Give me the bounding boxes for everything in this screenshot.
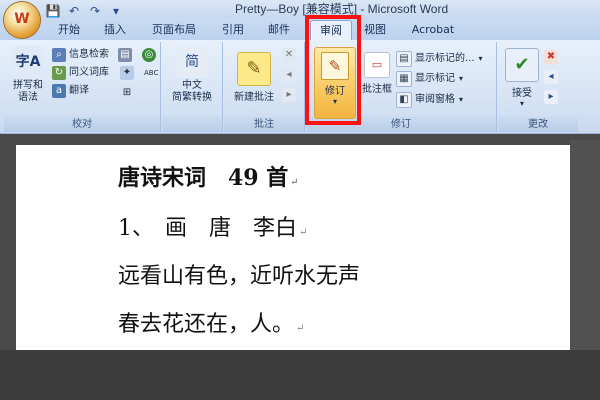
delete-comment-button[interactable]: ✕ (282, 46, 299, 64)
new-comment-icon: ✎ (237, 52, 271, 86)
tab-6[interactable]: 视图 (358, 20, 392, 40)
group-label-comments: 批注 (224, 117, 304, 132)
translate-icon: a (52, 84, 66, 98)
show-markup-menu-icon: ▦ (396, 71, 412, 87)
reviewing-pane-button[interactable]: ◧ 审阅窗格 ▾ (396, 91, 463, 109)
show-markup-chevron-icon: ▾ (478, 54, 483, 63)
ribbon-tab-bar (0, 18, 600, 40)
spelling-grammar-button[interactable]: 字A 拼写和 语法 (8, 46, 48, 104)
delete-comment-icon: ✕ (282, 48, 296, 62)
window-title: Pretty—Boy [兼容模式] - Microsoft Word (235, 2, 449, 16)
doc-line-1-text: 唐诗宋词 49 首 (118, 165, 289, 191)
group-chinese-conversion: 简 中文 简繁转换 (162, 42, 223, 132)
group-label-chinese (162, 117, 222, 132)
thesaurus-button[interactable]: ↻ 同义词库 (52, 64, 109, 82)
spelling-abc-icon: 字A (12, 46, 44, 78)
paragraph-mark-icon: ↵ (290, 177, 299, 188)
translate-label: 翻译 (69, 85, 89, 96)
doc-line-1[interactable]: 唐诗宋词 49 首 ↵ (118, 160, 299, 192)
show-markup-dropdown[interactable]: ▤ 显示标记的... ▾ (396, 50, 483, 68)
chinese-convert-icon: 简 (176, 46, 208, 78)
globe-icon: ◎ (142, 48, 156, 62)
translate-tip-icon: ✦ (120, 66, 134, 80)
tab-2[interactable]: 页面布局 (146, 20, 202, 40)
doc-line-2[interactable]: 1、 画 唐 李白 ↵ (118, 210, 307, 242)
word-count-icon: ▤ (118, 48, 132, 62)
next-comment-button[interactable]: ▸ (282, 86, 299, 104)
paragraph-mark-icon: ↵ (296, 323, 305, 334)
tab-3[interactable]: 引用 (216, 20, 250, 40)
set-language-button[interactable]: ◎ (142, 46, 159, 64)
group-comments: ✎ 新建批注 ✕ ◂ ▸ 批注 (224, 42, 305, 132)
research-icon: ⌕ (52, 48, 66, 62)
abc-check-button[interactable]: ABC (144, 64, 161, 82)
accept-button[interactable]: ✔ 接受 ▾ (504, 48, 540, 108)
previous-change-button[interactable]: ◂ (544, 68, 561, 86)
doc-line-2-text: 1、 画 唐 李白 (118, 216, 297, 241)
highlight-box (305, 15, 361, 125)
tab-0[interactable]: 开始 (52, 20, 86, 40)
accept-label: 接受 (512, 88, 532, 99)
accept-chevron-icon: ▾ (519, 99, 524, 108)
balloons-button[interactable]: ▭ 批注框 (362, 52, 392, 95)
show-markup-icon: ▤ (396, 51, 412, 67)
balloons-icon: ▭ (364, 52, 390, 78)
office-logo-icon: W (14, 11, 30, 27)
right-margin (570, 140, 600, 350)
show-markup-label: 显示标记的... (415, 53, 475, 64)
next-change-icon: ▸ (544, 90, 558, 104)
group-proofing: 字A 拼写和 语法 ⌕ 信息检索 ↻ 同义词库 a 翻译 ▤ ◎ ✦ ABC ⊞… (4, 42, 161, 132)
tab-7[interactable]: Acrobat (406, 20, 460, 40)
previous-change-icon: ◂ (544, 70, 558, 84)
translate-button[interactable]: a 翻译 (52, 82, 89, 100)
group-changes: ✔ 接受 ▾ ✖ ◂ ▸ 更改 (498, 42, 578, 132)
translate-tooltip-button[interactable]: ✦ (120, 64, 137, 82)
next-comment-icon: ▸ (282, 88, 296, 102)
thesaurus-icon: ↻ (52, 66, 66, 80)
reviewing-pane-chevron-icon: ▾ (459, 95, 464, 104)
doc-line-4[interactable]: 春去花还在，人。 ↵ (118, 306, 304, 338)
reject-button[interactable]: ✖ (544, 48, 561, 66)
show-markup-menu-label: 显示标记 (415, 73, 455, 84)
previous-comment-icon: ◂ (282, 68, 296, 82)
thesaurus-label: 同义词库 (69, 67, 109, 78)
lookup-icon: ⊞ (120, 86, 134, 100)
accept-check-icon: ✔ (505, 48, 539, 82)
show-markup-menu-chevron-icon: ▾ (459, 74, 464, 83)
next-change-button[interactable]: ▸ (544, 88, 561, 106)
doc-line-3-text: 远看山有色，近听水无声 (118, 264, 361, 289)
new-comment-button[interactable]: ✎ 新建批注 (228, 52, 280, 103)
group-label-changes: 更改 (498, 117, 578, 132)
doc-line-4-text: 春去花还在，人。 (118, 312, 295, 337)
doc-line-3[interactable]: 远看山有色，近听水无声 (118, 258, 360, 290)
abc-icon: ABC (144, 66, 158, 80)
lookup-button[interactable]: ⊞ (120, 84, 137, 102)
spelling-grammar-label: 拼写和 语法 (13, 80, 43, 103)
research-label: 信息检索 (69, 49, 109, 60)
chinese-conversion-button[interactable]: 简 中文 简繁转换 (166, 46, 218, 104)
tab-1[interactable]: 插入 (98, 20, 132, 40)
office-button[interactable]: W (4, 2, 40, 38)
balloons-label: 批注框 (362, 84, 392, 95)
tab-4[interactable]: 邮件 (262, 20, 296, 40)
new-comment-label: 新建批注 (234, 92, 274, 103)
group-label-proofing: 校对 (4, 117, 160, 132)
chinese-conversion-label: 中文 简繁转换 (172, 80, 212, 103)
previous-comment-button[interactable]: ◂ (282, 66, 299, 84)
reviewing-pane-label: 审阅窗格 (415, 94, 455, 105)
show-markup-menu-button[interactable]: ▦ 显示标记 ▾ (396, 70, 463, 88)
research-button[interactable]: ⌕ 信息检索 (52, 46, 109, 64)
paragraph-mark-icon: ↵ (299, 227, 308, 238)
word-count-button[interactable]: ▤ (118, 46, 135, 64)
reject-icon: ✖ (544, 50, 558, 64)
reviewing-pane-icon: ◧ (396, 92, 412, 108)
bottom-overlay (0, 350, 600, 400)
